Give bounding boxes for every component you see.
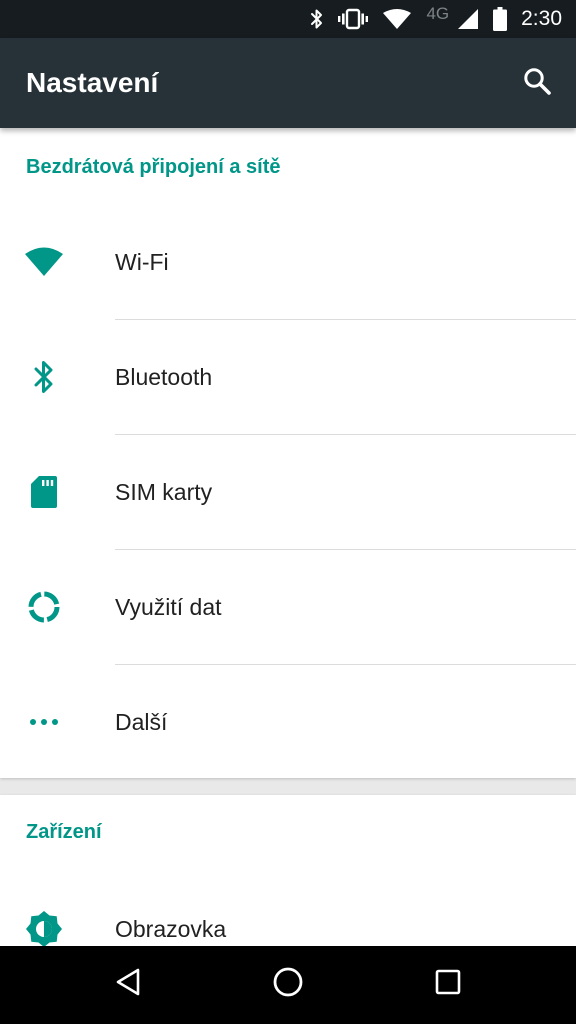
recents-button[interactable]: [420, 958, 476, 1010]
back-icon: [114, 967, 142, 1001]
bluetooth-icon: [310, 8, 324, 30]
wifi-icon: [21, 242, 67, 282]
settings-item-label: Další: [115, 709, 168, 735]
app-bar: Nastavení: [0, 38, 576, 128]
settings-item-label: SIM karty: [115, 479, 213, 505]
vibrate-icon: [338, 8, 369, 30]
more-dots-icon: [21, 702, 67, 742]
home-icon: [272, 966, 304, 1002]
page-title: Nastavení: [26, 67, 159, 98]
settings-item-label: Využití dat: [115, 594, 222, 620]
cell-signal-icon: [457, 8, 479, 30]
section-header: Bezdrátová připojení a sítě: [26, 156, 281, 178]
settings-item-data-usage[interactable]: Využití dat: [0, 550, 576, 665]
wifi-signal-icon: [382, 8, 412, 30]
section-wireless-networks: Bezdrátová připojení a sítě Wi-Fi Blueto…: [0, 128, 576, 778]
sim-card-icon: [21, 472, 67, 512]
settings-item-wifi[interactable]: Wi-Fi: [0, 205, 576, 320]
settings-item-sim-cards[interactable]: SIM karty: [0, 435, 576, 550]
data-usage-icon: [21, 587, 67, 627]
battery-icon: [493, 7, 508, 31]
status-bar: 4G 2:30: [0, 0, 576, 38]
navigation-bar: [0, 946, 576, 1024]
settings-item-bluetooth[interactable]: Bluetooth: [0, 320, 576, 435]
network-type-label: 4G: [426, 4, 450, 23]
search-button[interactable]: [514, 60, 560, 106]
settings-item-more[interactable]: Další: [0, 665, 576, 780]
settings-item-label: Bluetooth: [115, 364, 213, 390]
back-button[interactable]: [100, 958, 156, 1010]
home-button[interactable]: [260, 958, 316, 1010]
status-clock: 2:30: [521, 7, 562, 30]
search-icon: [522, 66, 552, 100]
settings-item-label: Wi-Fi: [115, 249, 169, 275]
bluetooth-icon: [21, 357, 67, 397]
settings-item-label: Obrazovka: [115, 916, 227, 942]
display-brightness-icon: [21, 909, 67, 949]
recents-icon: [434, 968, 462, 1000]
section-header: Zařízení: [26, 821, 102, 843]
section-device: Zařízení Obrazovka: [0, 795, 576, 955]
